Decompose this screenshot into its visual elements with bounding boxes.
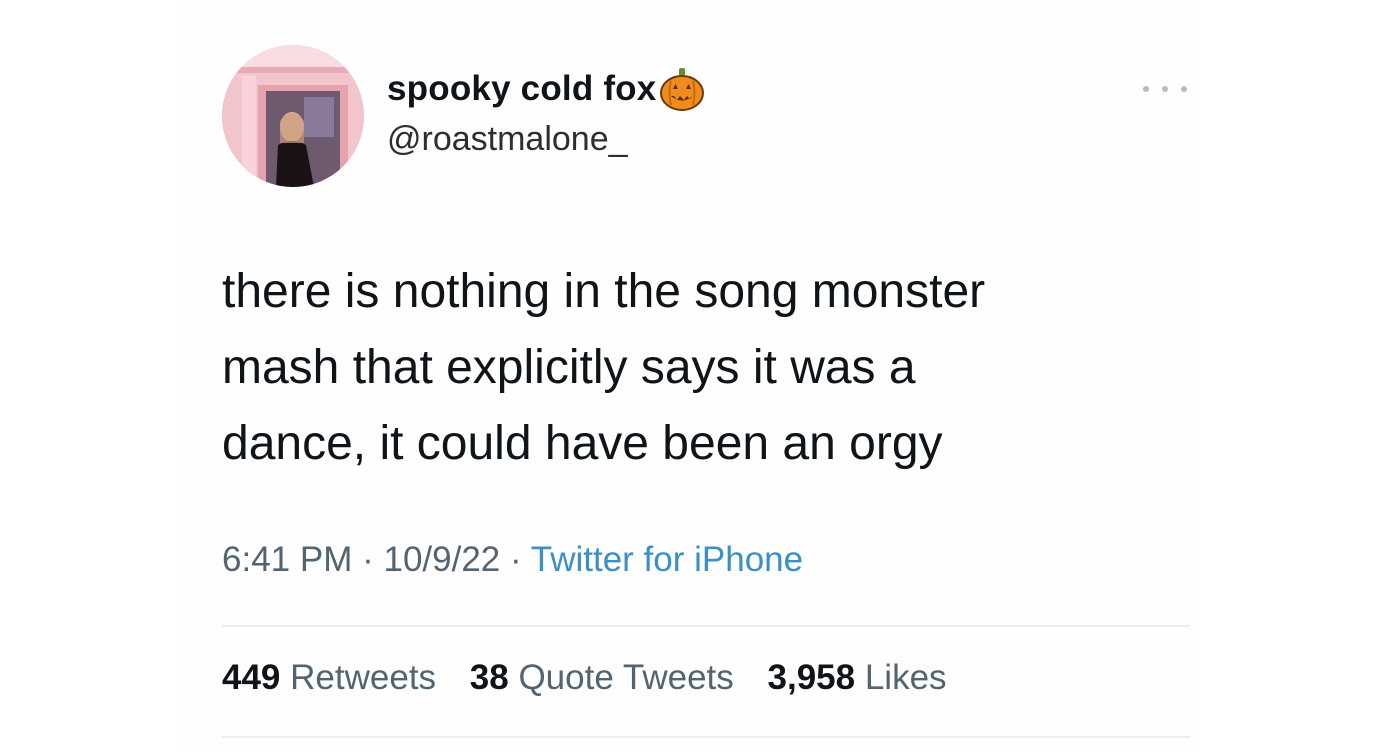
more-dot — [1181, 86, 1187, 92]
tweet-text-line: mash that explicitly says it was a — [222, 341, 916, 394]
tweet-text-line: dance, it could have been an orgy — [222, 417, 943, 470]
author-name-row[interactable]: spooky cold fox — [387, 66, 706, 112]
tweet-time[interactable]: 6:41 PM — [222, 540, 352, 579]
divider — [222, 625, 1190, 627]
tweet-text: there is nothing in the song monster mas… — [222, 254, 1182, 482]
meta-separator: · — [510, 540, 522, 579]
likes-count: 3,958 — [767, 658, 856, 697]
avatar-photo — [222, 45, 364, 187]
divider — [222, 736, 1190, 738]
more-dot — [1143, 86, 1149, 92]
author-handle[interactable]: @roastmalone_ — [387, 120, 628, 159]
avatar[interactable] — [222, 45, 364, 187]
quote-tweets-label: Quote Tweets — [518, 658, 734, 697]
tweet-source-link[interactable]: Twitter for iPhone — [531, 540, 803, 579]
meta-separator: · — [362, 540, 374, 579]
tweet-metadata: 6:41 PM · 10/9/22 · Twitter for iPhone — [222, 540, 803, 580]
retweets-stat[interactable]: 449 Retweets — [222, 658, 446, 697]
retweets-label: Retweets — [290, 658, 437, 697]
retweets-count: 449 — [222, 658, 281, 697]
author-display-name[interactable]: spooky cold fox — [387, 69, 656, 109]
more-options-icon[interactable] — [1143, 82, 1187, 96]
tweet-text-line: there is nothing in the song monster — [222, 265, 986, 318]
screenshot-stage: spooky cold fox @roastmalone_ there is n… — [0, 0, 1378, 752]
more-dot — [1162, 86, 1168, 92]
jack-o-lantern-icon — [658, 65, 706, 113]
tweet-date[interactable]: 10/9/22 — [383, 540, 500, 579]
tweet-stats: 449 Retweets 38 Quote Tweets 3,958 Likes — [222, 658, 971, 698]
likes-label: Likes — [864, 658, 947, 697]
quote-tweets-stat[interactable]: 38 Quote Tweets — [470, 658, 744, 697]
likes-stat[interactable]: 3,958 Likes — [768, 658, 947, 697]
quote-tweets-count: 38 — [469, 658, 509, 697]
